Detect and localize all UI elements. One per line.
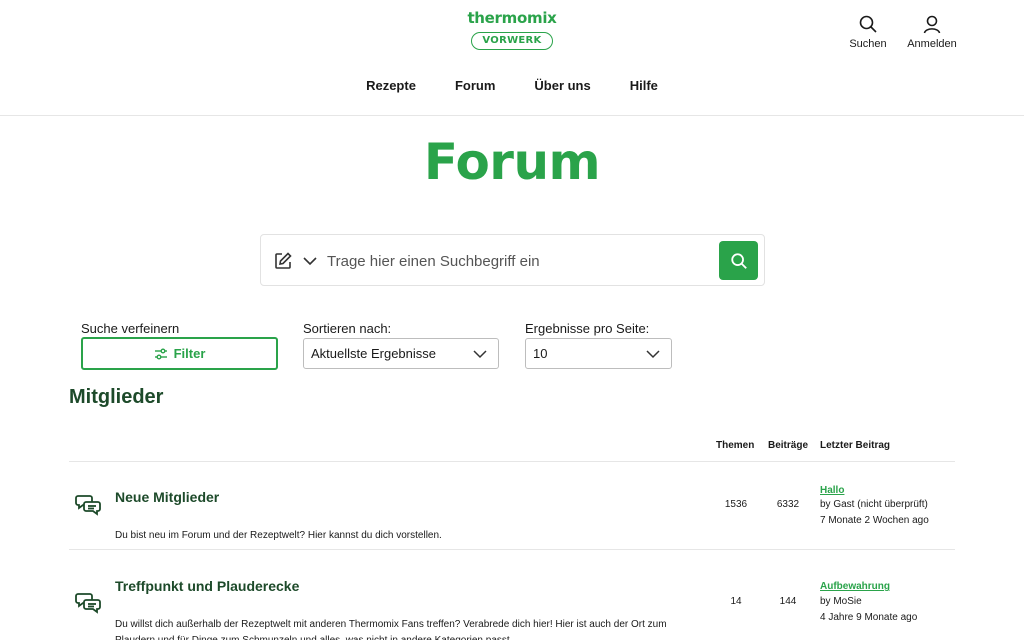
nav-item-rezepte[interactable]: Rezepte xyxy=(366,78,416,93)
forum-search-box xyxy=(260,234,765,286)
header-search-button[interactable]: Suchen xyxy=(846,14,890,50)
section-title: Mitglieder xyxy=(69,386,164,408)
last-post-author: by Gast (nicht überprüft) xyxy=(820,499,928,510)
col-header-topics: Themen xyxy=(716,440,755,451)
forum-description: Du bist neu im Forum und der Rezeptwelt?… xyxy=(115,530,442,541)
brand-logo[interactable]: thermomix VORWERK xyxy=(462,8,562,50)
header-login-label: Anmelden xyxy=(907,38,957,50)
chevron-down-icon xyxy=(646,350,660,359)
forum-description: Du willst dich außerhalb der Rezeptwelt … xyxy=(115,619,667,640)
main-nav: Rezepte Forum Über uns Hilfe xyxy=(0,78,1024,93)
nav-item-forum[interactable]: Forum xyxy=(442,78,495,93)
per-page-select[interactable]: 10 xyxy=(525,338,672,369)
topics-count: 14 xyxy=(730,596,742,607)
refine-label: Suche verfeinern xyxy=(81,321,180,336)
chat-bubbles-icon xyxy=(75,593,101,614)
forum-title[interactable]: Neue Mitglieder xyxy=(115,489,219,505)
divider xyxy=(69,549,955,550)
chevron-down-icon[interactable] xyxy=(301,251,319,271)
header-search-label: Suchen xyxy=(849,38,887,50)
search-submit-button[interactable] xyxy=(719,241,758,280)
search-icon xyxy=(730,252,747,269)
per-page-value: 10 xyxy=(533,346,548,361)
site-header: thermomix VORWERK Suchen Anmelden Rezept… xyxy=(0,0,1024,116)
last-post-time: 7 Monate 2 Wochen ago xyxy=(820,515,929,526)
last-post-link[interactable]: Aufbewahrung xyxy=(820,581,890,592)
last-post-link[interactable]: Hallo xyxy=(820,485,844,496)
col-header-last-post: Letzter Beitrag xyxy=(820,440,891,451)
nav-item-ueber-uns[interactable]: Über uns xyxy=(521,78,590,93)
topics-count: 1536 xyxy=(724,499,748,510)
filter-button-label: Filter xyxy=(173,346,206,361)
forum-title[interactable]: Treffpunkt und Plauderecke xyxy=(115,578,299,594)
posts-count: 144 xyxy=(779,596,797,607)
sort-select[interactable]: Aktuellste Ergebnisse xyxy=(303,338,499,369)
chevron-down-icon xyxy=(473,350,487,359)
last-post-time: 4 Jahre 9 Monate ago xyxy=(820,612,918,623)
brand-badge: VORWERK xyxy=(471,32,553,50)
search-icon xyxy=(859,15,877,33)
user-icon xyxy=(923,15,941,34)
chat-bubbles-icon xyxy=(75,495,101,516)
sliders-icon xyxy=(154,348,167,359)
divider xyxy=(69,461,955,462)
last-post-author: by MoSie xyxy=(820,596,862,607)
edit-icon[interactable] xyxy=(273,251,293,271)
nav-item-hilfe[interactable]: Hilfe xyxy=(617,78,658,93)
col-header-posts: Beiträge xyxy=(768,440,809,451)
per-page-label: Ergebnisse pro Seite: xyxy=(525,321,650,336)
header-login-button[interactable]: Anmelden xyxy=(902,14,962,50)
search-input[interactable] xyxy=(327,245,707,277)
sort-label: Sortieren nach: xyxy=(303,321,392,336)
brand-name: thermomix xyxy=(467,9,557,27)
sort-value: Aktuellste Ergebnisse xyxy=(311,346,437,361)
page-title: Forum xyxy=(423,133,601,191)
posts-count: 6332 xyxy=(776,499,800,510)
filter-button[interactable]: Filter xyxy=(81,337,278,370)
